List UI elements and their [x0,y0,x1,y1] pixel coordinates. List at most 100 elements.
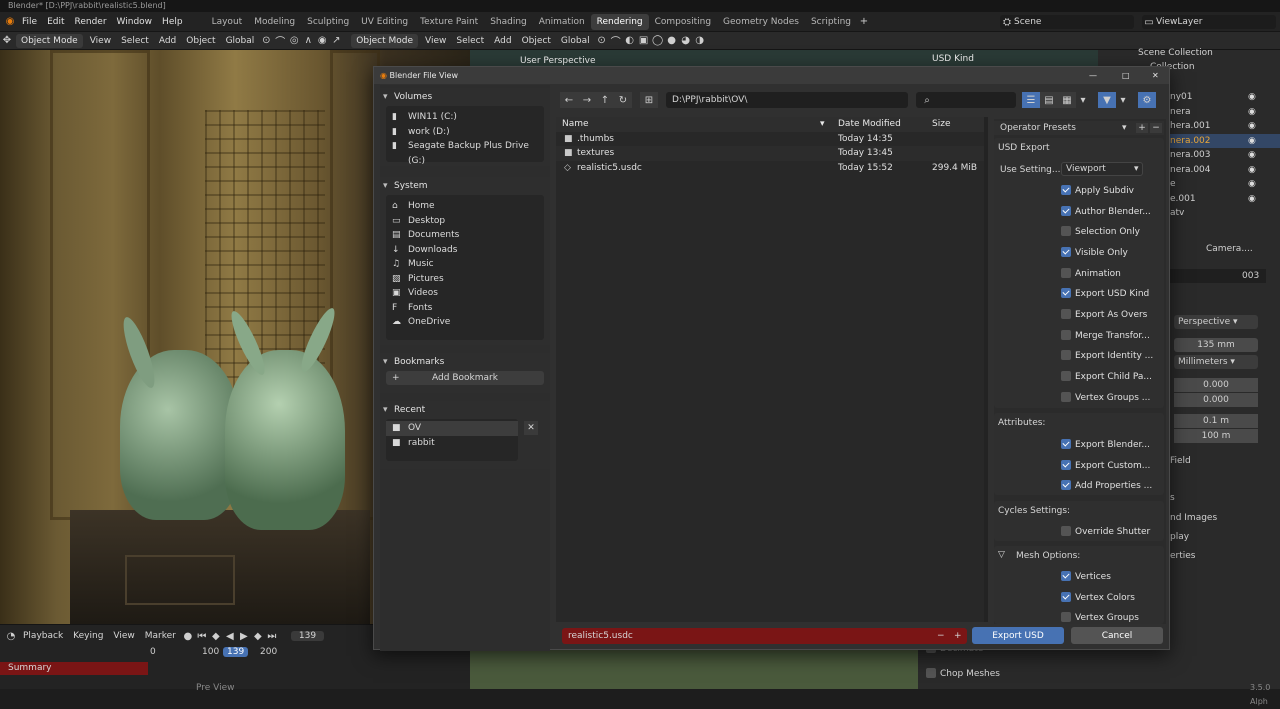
snap-icon[interactable]: ⌒ [273,34,287,48]
option-visible-only[interactable]: Visible Only [1061,246,1161,260]
settings-gear-icon[interactable]: ⚙ [1138,92,1156,108]
checkbox[interactable] [1061,267,1071,278]
sort-chevron-icon[interactable]: ▾ [820,117,825,132]
option-author-blender[interactable]: Author Blender... [1061,205,1161,219]
lens-unit-dropdown[interactable]: Millimeters ▾ [1174,355,1258,369]
list-view-icon[interactable]: ☰ [1022,92,1040,108]
checkbox[interactable] [1061,459,1071,470]
menu-view[interactable]: View [85,32,116,50]
tab-rendering[interactable]: Rendering [590,13,649,30]
falloff-icon[interactable]: ∧ [301,34,315,48]
menu-file[interactable]: File [17,12,42,32]
volume-item[interactable]: ▮ Seagate Backup Plus Drive (G:) [386,139,544,166]
menu-render[interactable]: Render [70,12,112,32]
use-settings-dropdown[interactable]: Viewport ▾ [1061,162,1143,176]
system-item-desktop[interactable]: ▭ Desktop [386,214,544,229]
column-size[interactable]: Size [932,117,950,132]
tab-uv-editing[interactable]: UV Editing [355,14,414,30]
menu-select-2[interactable]: Select [451,32,489,50]
add-workspace-icon[interactable]: + [857,15,871,29]
recent-item-rabbit[interactable]: ■ rabbit [386,436,518,451]
proportional-edit-icon[interactable]: ◎ [287,34,301,48]
option-apply-subdiv[interactable]: Apply Subdiv [1061,184,1161,198]
file-row[interactable]: ◇ realistic5.usdc Today 15:52 299.4 MiB [556,161,988,176]
option-export-custom[interactable]: Export Custom... [1061,459,1161,473]
menu-select[interactable]: Select [116,32,154,50]
menu-marker[interactable]: Marker [140,631,181,641]
option-animation[interactable]: Animation [1061,267,1161,281]
playhead[interactable]: 139 [223,647,249,657]
tab-sculpting[interactable]: Sculpting [301,14,355,30]
option-vertices[interactable]: Vertices [1061,570,1161,584]
option-export-identity[interactable]: Export Identity ... [1061,349,1161,363]
shading-material-icon[interactable]: ◕ [679,34,693,48]
visibility-icon[interactable]: ◉ [315,34,329,48]
add-bookmark-button[interactable]: + Add Bookmark [386,371,544,385]
shading-rendered-icon[interactable]: ◑ [693,34,707,48]
checkbox[interactable] [1061,591,1071,602]
eye-icon[interactable]: ◉ [1248,90,1256,104]
new-folder-icon[interactable]: ⊞ [640,92,658,108]
checkbox[interactable] [1061,479,1071,490]
checkbox[interactable] [1061,246,1071,257]
column-name[interactable]: Name [562,117,589,132]
tab-geometry-nodes[interactable]: Geometry Nodes [717,14,805,30]
option-export-blender-attr[interactable]: Export Blender... [1061,438,1161,452]
transform-orientation[interactable]: Global [221,32,260,50]
refresh-icon[interactable]: ↻ [614,92,632,108]
tab-modeling[interactable]: Modeling [248,14,301,30]
tab-shading[interactable]: Shading [484,14,533,30]
next-key-icon[interactable]: ◆ [251,629,265,643]
transform-orientation-2[interactable]: Global [556,32,595,50]
remove-recent-icon[interactable]: ✕ [524,421,538,435]
maximize-icon[interactable]: □ [1122,67,1130,84]
thumbnail-view-icon[interactable]: ▦ [1058,92,1076,108]
dialog-title-bar[interactable]: ◉ Blender File View — □ ✕ [374,67,1169,84]
checkbox[interactable] [1061,611,1071,622]
system-item-documents[interactable]: ▤ Documents [386,228,544,243]
menu-help[interactable]: Help [157,12,188,32]
checkbox[interactable] [1061,184,1071,195]
tab-scripting[interactable]: Scripting [805,14,857,30]
menu-view-2[interactable]: View [420,32,451,50]
menu-window[interactable]: Window [112,12,158,32]
menu-edit[interactable]: Edit [42,12,69,32]
mode-selector[interactable]: Object Mode [16,33,83,48]
eye-icon[interactable]: ◉ [1248,119,1256,133]
option-override-shutter[interactable]: Override Shutter [1061,525,1161,539]
scene-selector[interactable]: ⛭ Scene [1000,15,1134,29]
focal-length-field[interactable]: 135 mm [1174,338,1258,352]
chevron-down-icon[interactable]: ▾ [1116,93,1130,107]
camera-type-dropdown[interactable]: Perspective ▾ [1174,315,1258,329]
volumes-header[interactable]: Volumes [380,88,550,106]
system-item-videos[interactable]: ▣ Videos [386,286,544,301]
recent-header[interactable]: Recent [380,401,550,419]
checkbox[interactable] [1061,370,1071,381]
play-reverse-icon[interactable]: ◀ [223,629,237,643]
menu-timeline-view[interactable]: View [108,631,139,641]
system-item-fonts[interactable]: F Fonts [386,301,544,316]
pivot-icon-2[interactable]: ⊙ [595,34,609,48]
system-item-music[interactable]: ♫ Music [386,257,544,272]
shift-y-field[interactable]: 0.000 [1174,393,1258,407]
menu-keying[interactable]: Keying [68,631,108,641]
parent-dir-icon[interactable]: ↑ [596,92,614,108]
forward-icon[interactable]: → [578,92,596,108]
checkbox[interactable] [1061,225,1071,236]
checkbox[interactable] [1061,349,1071,360]
shading-solid-icon[interactable]: ● [665,34,679,48]
menu-add[interactable]: Add [154,32,181,50]
option-export-usd-kind[interactable]: Export USD Kind [1061,287,1161,301]
file-row[interactable]: ■ .thumbs Today 14:35 [556,132,988,147]
compact-view-icon[interactable]: ▤ [1040,92,1058,108]
path-field[interactable]: D:\PPJ\rabbit\OV\ [666,92,908,108]
option-vertex-groups-mesh[interactable]: Vertex Groups [1061,611,1161,624]
play-icon[interactable]: ▶ [237,629,251,643]
eye-icon[interactable]: ◉ [1248,177,1256,191]
tab-compositing[interactable]: Compositing [649,14,717,30]
tab-layout[interactable]: Layout [206,14,249,30]
checkbox[interactable] [1061,438,1071,449]
menu-object-2[interactable]: Object [517,32,556,50]
menu-playback[interactable]: Playback [18,631,68,641]
cancel-button[interactable]: Cancel [1071,627,1163,644]
